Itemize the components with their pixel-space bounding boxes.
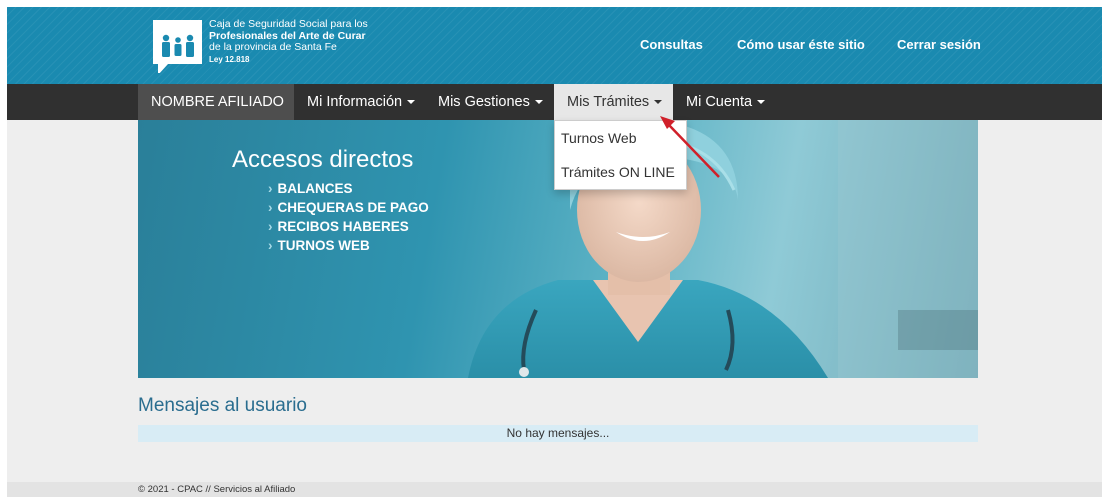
nav-mis-tramites[interactable]: Mis Trámites bbox=[554, 84, 673, 120]
acceso-balances-label: BALANCES bbox=[277, 181, 353, 196]
nav-mi-informacion-label: Mi Información bbox=[307, 94, 403, 110]
acceso-turnos-web[interactable]: › TURNOS WEB bbox=[268, 238, 370, 253]
nav-user-name[interactable]: NOMBRE AFILIADO bbox=[138, 84, 294, 120]
main-navbar: NOMBRE AFILIADO Mi Información Mis Gesti… bbox=[7, 84, 1102, 120]
nav-mi-informacion[interactable]: Mi Información bbox=[294, 84, 428, 120]
logo-text: Caja de Seguridad Social para los Profes… bbox=[209, 18, 368, 66]
caret-down-icon bbox=[757, 100, 766, 105]
family-logo-icon bbox=[153, 20, 202, 73]
mensajes-title: Mensajes al usuario bbox=[138, 395, 307, 416]
logo-line-3: de la provincia de Santa Fe bbox=[209, 41, 337, 53]
accesos-directos-title: Accesos directos bbox=[232, 146, 414, 173]
como-usar-link[interactable]: Cómo usar éste sitio bbox=[737, 37, 865, 52]
acceso-turnos-web-label: TURNOS WEB bbox=[277, 238, 370, 253]
messages-box: No hay mensajes... bbox=[138, 425, 978, 442]
acceso-chequeras[interactable]: › CHEQUERAS DE PAGO bbox=[268, 200, 429, 215]
dropdown-item-tramites-online[interactable]: Trámites ON LINE bbox=[561, 164, 675, 180]
nav-mis-gestiones-label: Mis Gestiones bbox=[438, 94, 530, 110]
page-footer: © 2021 - CPAC // Servicios al Afiliado bbox=[7, 482, 1102, 497]
logo-line-1: Caja de Seguridad Social para los bbox=[209, 18, 368, 30]
chevron-right-icon: › bbox=[268, 181, 273, 196]
caret-down-icon bbox=[534, 100, 543, 105]
footer-text: © 2021 - CPAC // Servicios al Afiliado bbox=[138, 484, 296, 495]
logo-line-4: Ley 12.818 bbox=[209, 54, 250, 64]
consultas-link[interactable]: Consultas bbox=[640, 37, 703, 52]
nav-mi-cuenta[interactable]: Mi Cuenta bbox=[673, 84, 778, 120]
acceso-recibos[interactable]: › RECIBOS HABERES bbox=[268, 219, 409, 234]
acceso-balances[interactable]: › BALANCES bbox=[268, 181, 353, 196]
nav-user-name-label: NOMBRE AFILIADO bbox=[151, 94, 284, 110]
chevron-right-icon: › bbox=[268, 219, 273, 234]
nav-mi-cuenta-label: Mi Cuenta bbox=[686, 94, 753, 110]
site-header: Caja de Seguridad Social para los Profes… bbox=[7, 7, 1102, 84]
dropdown-item-turnos-web[interactable]: Turnos Web bbox=[561, 130, 636, 146]
chevron-right-icon: › bbox=[268, 238, 273, 253]
acceso-recibos-label: RECIBOS HABERES bbox=[277, 219, 409, 234]
caret-down-icon bbox=[654, 100, 663, 105]
mis-tramites-dropdown: Turnos Web Trámites ON LINE bbox=[554, 120, 687, 190]
chevron-right-icon: › bbox=[268, 200, 273, 215]
cerrar-sesion-link[interactable]: Cerrar sesión bbox=[897, 37, 981, 52]
nav-mis-tramites-label: Mis Trámites bbox=[567, 94, 650, 110]
nav-mis-gestiones[interactable]: Mis Gestiones bbox=[425, 84, 556, 120]
acceso-chequeras-label: CHEQUERAS DE PAGO bbox=[277, 200, 429, 215]
site-logo[interactable]: Caja de Seguridad Social para los Profes… bbox=[150, 17, 380, 77]
caret-down-icon bbox=[407, 100, 416, 105]
browser-viewport: Caja de Seguridad Social para los Profes… bbox=[7, 7, 1102, 497]
